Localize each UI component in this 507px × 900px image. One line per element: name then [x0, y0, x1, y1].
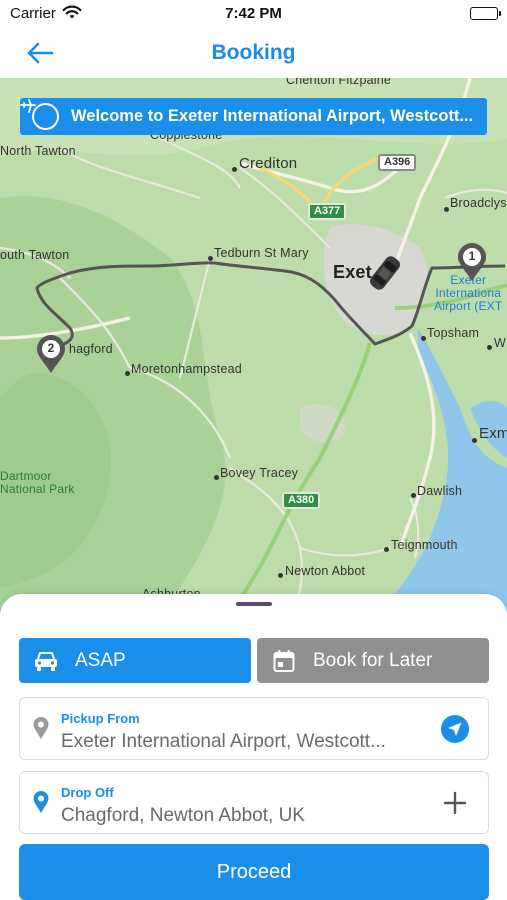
map-label-crediton: Crediton [239, 155, 298, 172]
map-label-broadclyst: Broadclys [450, 196, 507, 210]
map-label-topsham: Topsham [427, 326, 480, 340]
welcome-banner-text: Welcome to Exeter International Airport,… [71, 107, 474, 125]
map-view[interactable]: A396 A377 A380 Cheriton Fitzpaine Copple… [0, 78, 507, 618]
sheet-drag-handle[interactable] [236, 602, 272, 606]
road-badge-a377: A377 [308, 203, 347, 220]
map-label-dawlish: Dawlish [417, 484, 463, 498]
map-dot-topsham [421, 336, 426, 341]
add-stop-button[interactable] [440, 788, 470, 818]
map-label-cheriton: Cheriton Fitzpaine [286, 78, 392, 87]
dropoff-pin[interactable]: 2 [35, 334, 67, 374]
nav-bar: Booking [0, 28, 507, 78]
proceed-button[interactable]: Proceed [19, 844, 489, 900]
map-dot-exmouth [472, 438, 477, 443]
plus-icon [443, 791, 467, 815]
dropoff-value[interactable]: Chagford, Newton Abbot, UK [61, 805, 426, 827]
battery-icon [470, 7, 501, 20]
airplane-icon [20, 99, 59, 130]
dropoff-field[interactable]: Drop Off Chagford, Newton Abbot, UK [19, 771, 489, 834]
map-label-bovey: Bovey Tracey [220, 466, 299, 480]
welcome-banner[interactable]: Welcome to Exeter International Airport,… [20, 98, 487, 135]
dropoff-pin-number: 2 [47, 341, 55, 355]
map-label-south-tawton: outh Tawton [0, 248, 70, 262]
book-later-button[interactable]: Book for Later [257, 638, 489, 683]
map-dot-bovey [214, 475, 219, 480]
current-location-button[interactable] [440, 714, 470, 744]
pickup-field[interactable]: Pickup From Exeter International Airport… [19, 697, 489, 760]
map-dot-woodbury [487, 345, 492, 350]
page-title: Booking [211, 41, 296, 64]
road-badge-a396: A396 [378, 154, 417, 171]
pickup-pin[interactable]: 1 [456, 242, 488, 282]
map-dot-tedburn [208, 256, 213, 261]
map-dot-dawlish [411, 493, 416, 498]
map-dot-moretonhampstead [125, 371, 130, 376]
status-bar: Carrier 7:42 PM [0, 0, 507, 28]
dropoff-label: Drop Off [61, 785, 114, 800]
clock: 7:42 PM [225, 5, 282, 22]
proceed-label: Proceed [216, 860, 292, 883]
asap-button[interactable]: ASAP [19, 638, 251, 683]
map-label-woodbury: W [494, 336, 506, 350]
map-dot-crediton [232, 167, 237, 172]
map-label-newton-abbot: Newton Abbot [285, 564, 366, 578]
calendar-icon [271, 648, 297, 674]
map-label-north-tawton: North Tawton [0, 144, 76, 158]
pickup-value[interactable]: Exeter International Airport, Westcott..… [61, 731, 426, 753]
location-pin-icon [33, 717, 49, 739]
road-badge-a380: A380 [282, 492, 321, 509]
map-dot-broadclyst [444, 207, 449, 212]
pickup-pin-number: 1 [468, 249, 476, 263]
asap-label: ASAP [75, 649, 126, 671]
book-later-label: Book for Later [313, 649, 433, 671]
map-dot-teignmouth [384, 547, 389, 552]
map-label-moretonhampstead: Moretonhampstead [131, 362, 242, 376]
map-label-exmouth: Exm [479, 425, 507, 442]
map-label-tedburn: Tedburn St Mary [214, 246, 309, 260]
map-label-chagford: hagford [69, 342, 113, 356]
car-icon [33, 648, 59, 674]
booking-sheet: ASAP Book for Later Pickup From Exeter I… [0, 594, 507, 900]
map-label-teignmouth: Teignmouth [391, 538, 458, 552]
location-pin-icon [33, 791, 49, 813]
map-dot-newton-abbot [278, 573, 283, 578]
pickup-label: Pickup From [61, 711, 140, 726]
navigation-arrow-icon [441, 715, 469, 743]
map-label-dartmoor: Dartmoor National Park [0, 469, 75, 496]
